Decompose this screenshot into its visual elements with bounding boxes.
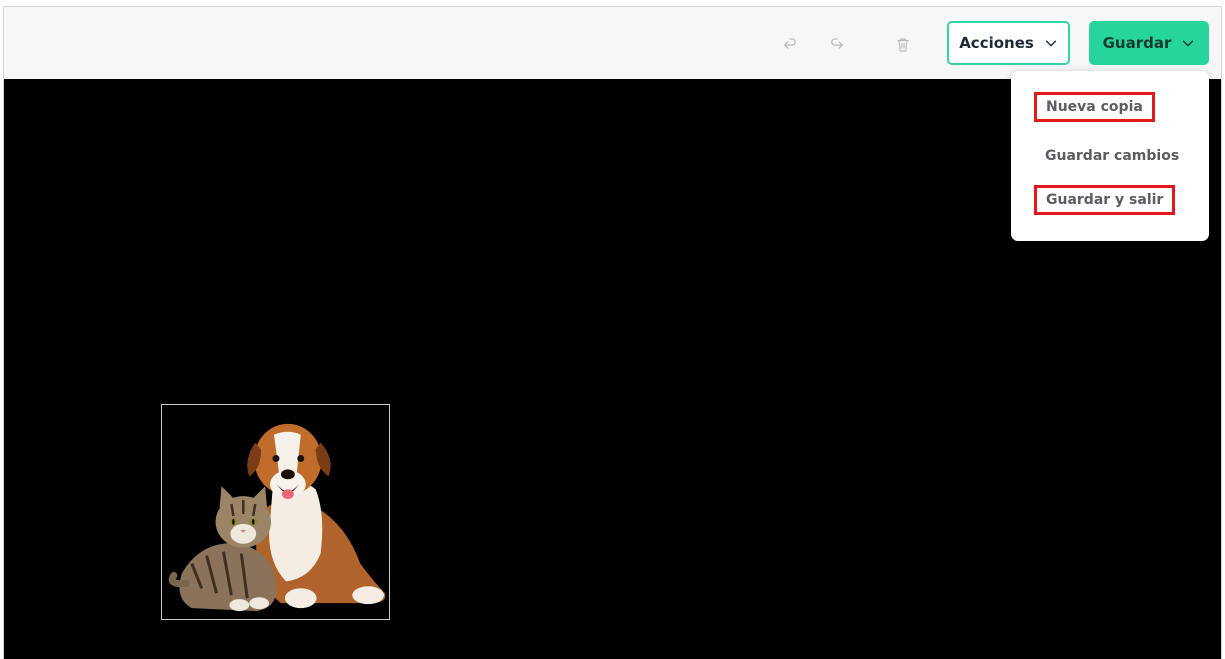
acciones-button[interactable]: Acciones [947, 21, 1070, 65]
acciones-label: Acciones [959, 34, 1034, 52]
pet-image-element[interactable] [161, 404, 390, 620]
guardar-dropdown-menu: Nueva copia Guardar cambios Guardar y sa… [1011, 71, 1209, 241]
editor-window: Acciones Guardar Nueva copia Guardar cam… [3, 6, 1222, 659]
dog-and-cat-image [168, 423, 386, 612]
menu-item-nueva-copia[interactable]: Nueva copia [1034, 92, 1155, 122]
chevron-down-icon [1044, 36, 1058, 50]
guardar-label: Guardar [1102, 34, 1172, 52]
redo-icon[interactable] [825, 33, 849, 57]
menu-item-guardar-y-salir[interactable]: Guardar y salir [1034, 185, 1176, 215]
guardar-button[interactable]: Guardar [1089, 21, 1209, 65]
top-toolbar: Acciones Guardar [4, 7, 1221, 79]
trash-icon[interactable] [891, 33, 915, 57]
undo-icon[interactable] [778, 33, 802, 57]
chevron-down-icon [1181, 36, 1195, 50]
menu-item-guardar-cambios[interactable]: Guardar cambios [1045, 148, 1179, 164]
